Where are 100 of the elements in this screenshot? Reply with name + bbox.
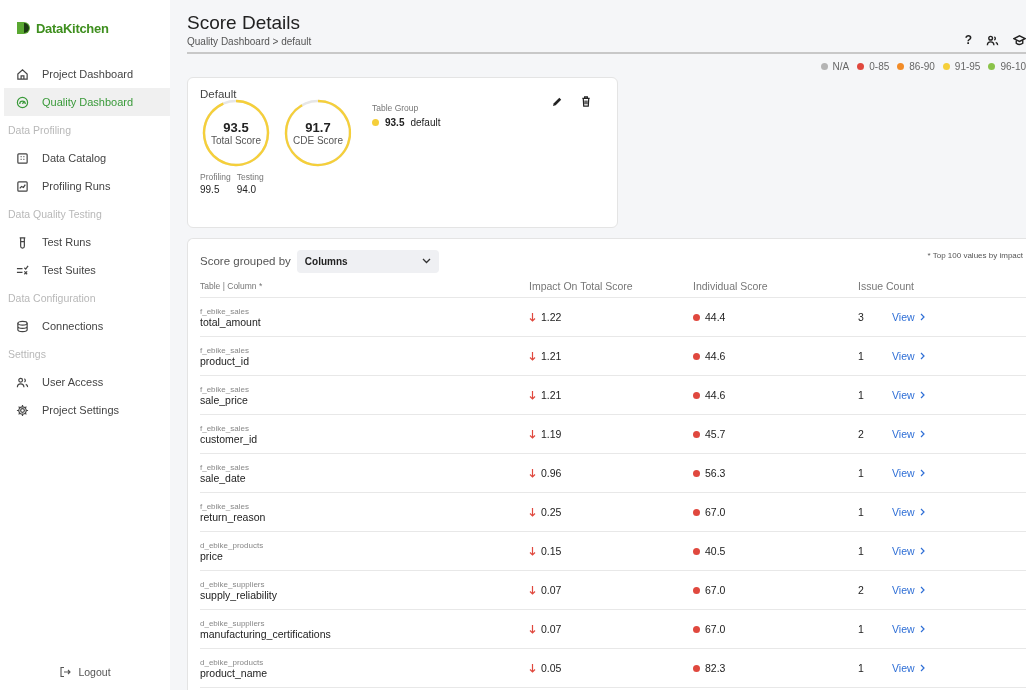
impact-value: 1.22 [541,311,562,323]
logout-button[interactable]: Logout [55,664,115,680]
issue-count: 1 [858,545,865,557]
impact-value: 1.21 [541,350,562,362]
impact-value: 1.21 [541,389,562,401]
view-link[interactable]: View [892,623,925,635]
score-label: CDE Score [293,135,343,146]
settings-icon [16,403,29,417]
view-link[interactable]: View [892,662,925,674]
help-button[interactable]: ? [964,33,972,47]
sidebar-section-label: Data Configuration [7,291,97,306]
score-label: Total Score [211,135,261,146]
column-name: sale_date [200,471,246,484]
issue-count: 2 [858,584,865,596]
arrow-down-icon [529,507,536,517]
issue-count: 1 [858,467,865,479]
column-name: product_id [200,354,251,367]
chevron-right-icon [919,352,925,360]
score-value: 93.5 [223,120,249,135]
column-name: return_reason [200,510,267,523]
view-link[interactable]: View [892,311,925,323]
score-ring [282,97,354,169]
column-header: Individual Score [693,280,769,292]
arrow-down-icon [529,624,536,634]
score-value: 67.0 [705,623,726,635]
breadcrumb: Quality Dashboard > default [187,36,313,47]
arrow-down-icon [529,585,536,595]
scorecard-title: Default [200,88,237,102]
score-value: 82.3 [705,662,726,674]
grid-icon [16,151,29,165]
graduation-cap-icon[interactable] [1013,33,1026,47]
database-icon [16,319,29,333]
sidebar-item[interactable]: Project Dashboard [4,60,170,88]
chevron-down-icon [421,258,431,264]
column-name: product_name [200,666,269,679]
sidebar-item[interactable]: Profiling Runs [4,172,170,200]
column-name: sale_price [200,393,248,406]
column-name: manufacturing_certifications [200,627,332,640]
table-name: d_ebike_products [200,657,265,667]
score-value: 44.4 [705,311,726,323]
sidebar-item[interactable]: Data Catalog [4,144,170,172]
legend-label: 96-10 [1000,60,1026,72]
view-link[interactable]: View [892,584,925,596]
column-name: supply_reliability [200,588,279,601]
view-link[interactable]: View [892,428,925,440]
view-link[interactable]: View [892,350,925,362]
issue-count: 1 [858,662,865,674]
chevron-right-icon [919,430,925,438]
column-name: customer_id [200,432,259,445]
chevron-right-icon [919,547,925,555]
sub-score-label: Profiling [200,172,231,182]
sidebar-item[interactable]: Connections [4,312,170,340]
arrow-down-icon [529,351,536,361]
group-name: default [410,117,441,128]
table-name: f_ebike_sales [200,345,250,355]
users-icon[interactable] [986,33,999,47]
gauge-icon [16,95,29,109]
arrow-down-icon [529,390,536,400]
column-header: Issue Count [858,280,916,292]
score-value: 67.0 [705,506,726,518]
score-value: 67.0 [705,584,726,596]
page-title: Score Details [187,12,301,34]
group-by-dropdown[interactable]: Columns [296,249,439,273]
score-value: 44.6 [705,389,726,401]
table-name: d_ebike_suppliers [200,579,266,589]
sidebar-item[interactable]: Project Settings [4,396,170,424]
impact-value: 0.05 [541,662,562,674]
chevron-right-icon [919,664,925,672]
view-link[interactable]: View [892,545,925,557]
view-link[interactable]: View [892,389,925,401]
arrow-down-icon [529,468,536,478]
column-name: total_amount [200,315,262,328]
sub-score-value: 94.0 [236,184,258,195]
edit-icon[interactable] [552,96,563,107]
logout-icon [59,666,72,678]
score-value: 56.3 [705,467,726,479]
legend-label: 86-90 [909,60,935,72]
table-name: f_ebike_sales [200,384,250,394]
score-value: 45.7 [705,428,726,440]
delete-icon[interactable] [581,96,591,107]
issue-count: 1 [858,389,865,401]
sub-score-label: Testing [236,172,264,182]
legend-label: 0-85 [869,60,890,72]
issue-count: 2 [858,428,865,440]
chevron-right-icon [919,586,925,594]
chart-icon [16,179,29,193]
view-link[interactable]: View [892,467,925,479]
footnote: * Top 100 values by impact [927,251,1023,260]
impact-value: 0.07 [541,584,562,596]
arrow-down-icon [529,546,536,556]
view-link[interactable]: View [892,506,925,518]
sidebar-item[interactable]: User Access [4,368,170,396]
sidebar-section-label: Data Quality Testing [7,207,103,222]
group-score: 93.5 [385,117,405,128]
sidebar-section-label: Data Profiling [7,123,73,138]
sidebar-item[interactable]: Test Suites [4,256,170,284]
impact-value: 1.19 [541,428,562,440]
column-name: price [200,549,223,562]
table-name: f_ebike_sales [200,501,250,511]
sidebar-item[interactable]: Test Runs [4,228,170,256]
